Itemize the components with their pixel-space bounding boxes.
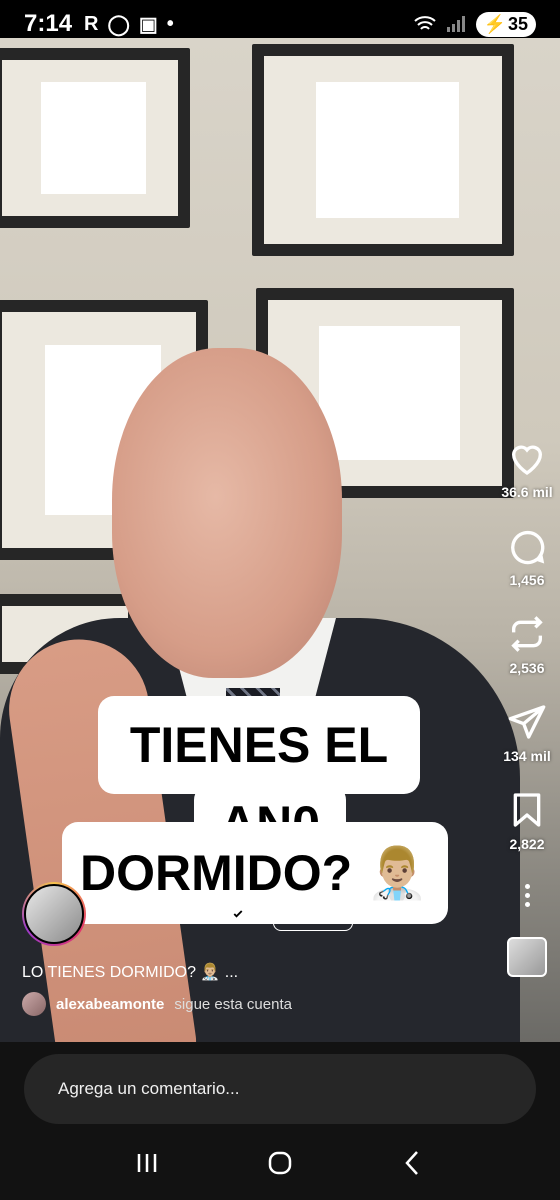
signal-icon xyxy=(446,16,465,32)
share-count: 134 mil xyxy=(503,748,551,764)
comment-input[interactable]: Agrega un comentario... xyxy=(24,1054,536,1124)
recent-apps-icon[interactable] xyxy=(132,1148,162,1178)
follow-button[interactable]: Seguir xyxy=(272,897,354,931)
follows-notice[interactable]: alexabeamonte sigue esta cuenta xyxy=(22,992,292,1016)
back-icon[interactable] xyxy=(398,1148,428,1178)
clock: 7:14 xyxy=(24,10,73,37)
overlay-text-line1: TIENES EL xyxy=(98,696,420,794)
repost-icon xyxy=(511,616,543,652)
system-nav-bar xyxy=(0,1138,560,1188)
comment-button[interactable]: 1,456 xyxy=(507,526,547,588)
dot-icon: • xyxy=(166,12,174,35)
more-options-icon[interactable] xyxy=(524,884,530,907)
wall-certificate xyxy=(252,44,514,256)
post-caption[interactable]: LO TIENES DORMIDO? 👨🏼‍⚕️ ... xyxy=(22,962,238,982)
save-count: 2,822 xyxy=(509,836,545,852)
notification-icons: R ◯ ▣ • xyxy=(84,12,174,37)
repost-count: 2,536 xyxy=(509,660,545,676)
send-icon xyxy=(508,705,546,739)
like-count: 36.6 mil xyxy=(501,484,553,500)
action-rail: 36.6 mil 1,456 2,536 134 mil 2,822 xyxy=(494,438,560,977)
wifi-icon xyxy=(413,16,436,30)
person-head xyxy=(112,348,342,678)
wall-certificate xyxy=(0,48,190,228)
home-icon[interactable] xyxy=(265,1148,295,1178)
instagram-icon: ▣ xyxy=(138,13,158,36)
author-avatar[interactable] xyxy=(22,882,86,946)
share-button[interactable]: 134 mil xyxy=(503,702,551,764)
r-app-icon: R xyxy=(84,12,99,35)
save-button[interactable]: 2,822 xyxy=(507,790,547,852)
charging-bolt-icon: ⚡ xyxy=(483,13,506,34)
follows-notice-text: sigue esta cuenta xyxy=(174,995,292,1013)
follower-avatar xyxy=(22,992,46,1016)
audio-thumbnail[interactable] xyxy=(507,937,547,977)
like-button[interactable]: 36.6 mil xyxy=(501,438,553,500)
battery-badge: ⚡ 35 xyxy=(475,11,536,37)
bookmark-icon xyxy=(513,793,541,827)
author-username[interactable]: juantroncosodl xyxy=(100,904,223,924)
follower-username: alexabeamonte xyxy=(56,995,165,1013)
comment-icon xyxy=(511,530,545,565)
status-bar: 7:14 R ◯ ▣ • ⚡ 35 xyxy=(0,0,560,48)
repost-button[interactable]: 2,536 xyxy=(507,614,547,676)
heart-icon xyxy=(511,445,543,475)
verified-badge-icon xyxy=(230,906,246,922)
comment-count: 1,456 xyxy=(509,572,545,588)
ring-app-icon: ◯ xyxy=(107,13,130,36)
author-row: juantroncosodl Seguir xyxy=(22,882,354,946)
